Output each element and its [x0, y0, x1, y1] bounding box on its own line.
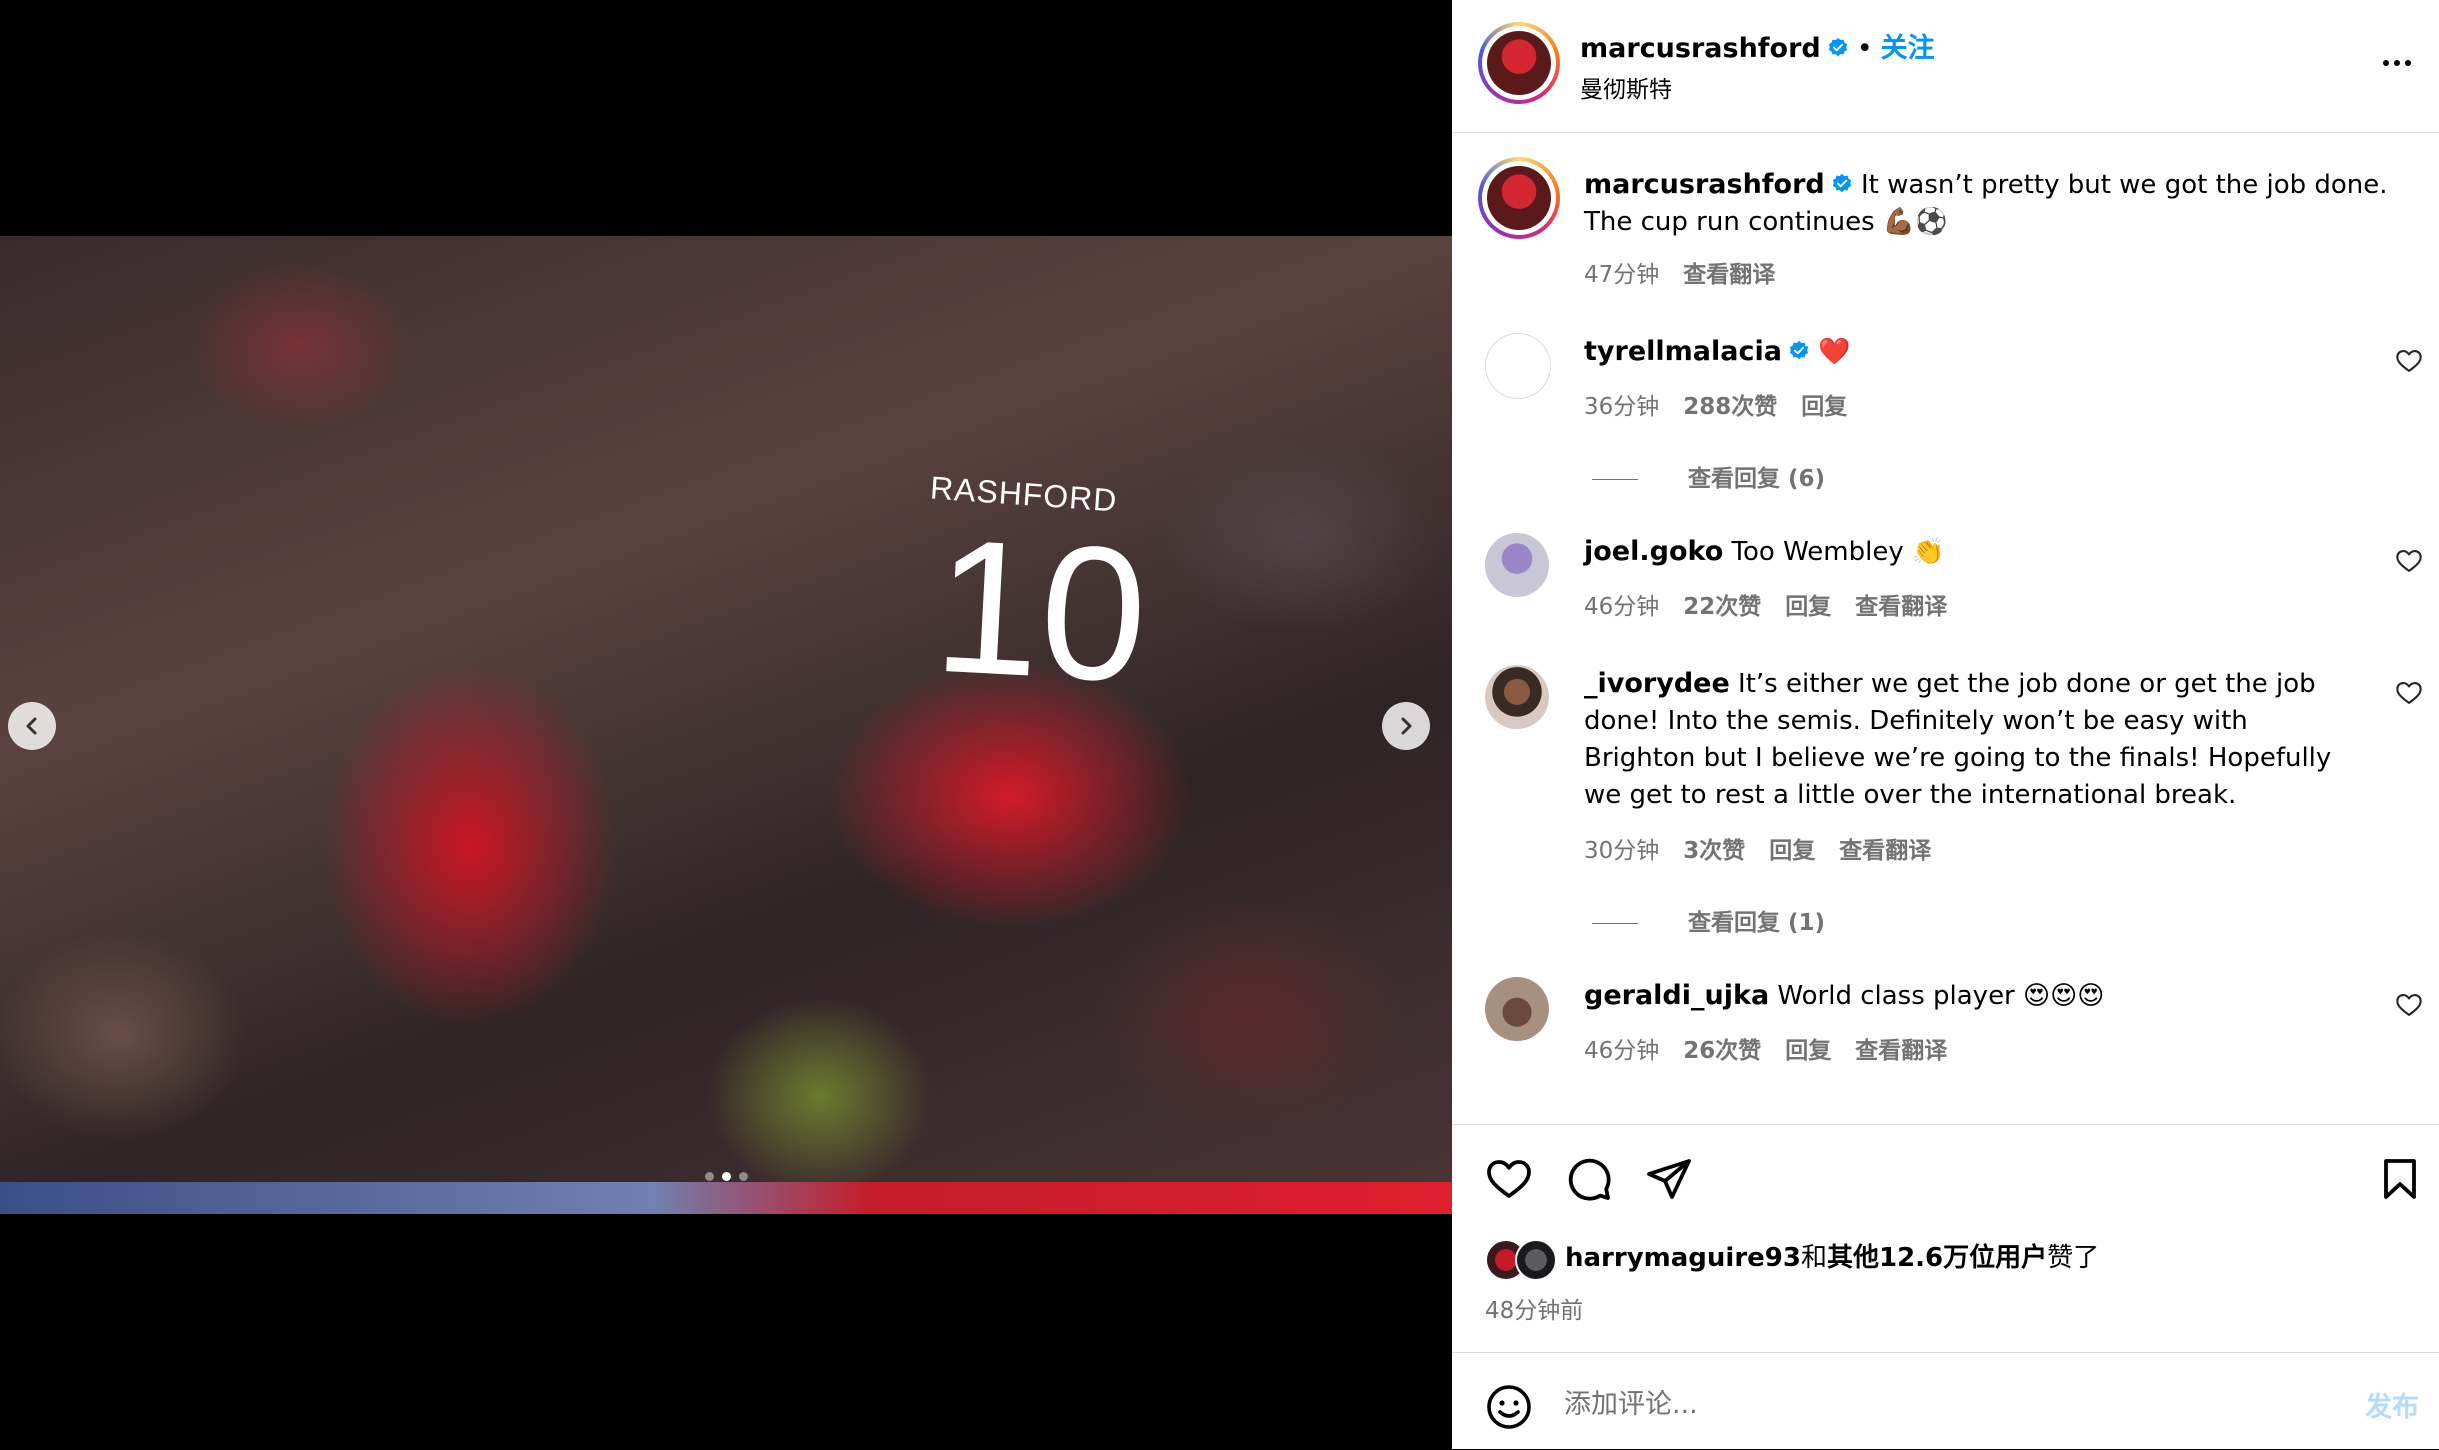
reply-button[interactable]: 回复 — [1801, 394, 1847, 420]
chevron-left-icon — [26, 717, 37, 735]
translate-link[interactable]: 查看翻译 — [1855, 594, 1947, 620]
view-replies-button[interactable]: 查看回复 (6) — [1592, 459, 1825, 493]
comment-meta: 30分钟 3次赞 回复 查看翻译 — [1584, 831, 1955, 865]
post-photo[interactable]: RASHFORD 10 — [0, 236, 1452, 1214]
reply-button[interactable]: 回复 — [1785, 1038, 1831, 1064]
comment-username[interactable]: joel.goko — [1584, 536, 1723, 567]
comment-item: tyrellmalacia ❤️ — [1584, 333, 2364, 371]
comment-time: 46分钟 — [1584, 594, 1660, 620]
caption-author-avatar[interactable] — [1478, 157, 1560, 239]
post-comment-button[interactable]: 发布 — [2365, 1385, 2419, 1424]
view-replies-button[interactable]: 查看回复 (1) — [1592, 903, 1825, 937]
share-send-icon[interactable] — [1645, 1155, 1693, 1203]
next-slide-button[interactable] — [1382, 702, 1430, 750]
likes-connector: 和 — [1800, 1243, 1827, 1273]
comment-text: World class player 😍😍😍 — [1769, 981, 2105, 1011]
emoji-icon[interactable] — [1485, 1383, 1533, 1431]
add-comment-bar: 发布 — [1452, 1352, 2439, 1450]
more-options-button[interactable] — [2377, 48, 2417, 78]
post-media: RASHFORD 10 — [0, 0, 1452, 1449]
comment-bubble-icon[interactable] — [1565, 1155, 1613, 1203]
comment-likes[interactable]: 26次赞 — [1683, 1038, 1761, 1064]
like-comment-heart-icon[interactable] — [2395, 347, 2423, 375]
post-caption: marcusrashford It wasn’t pretty but we g… — [1584, 166, 2414, 241]
caption-time: 47分钟 — [1584, 262, 1660, 288]
like-comment-heart-icon[interactable] — [2395, 991, 2423, 1019]
slide-dot — [721, 1172, 731, 1181]
comment-input[interactable] — [1562, 1379, 2246, 1429]
comment-likes[interactable]: 288次赞 — [1683, 394, 1777, 420]
comment-username[interactable]: _ivorydee — [1584, 668, 1730, 699]
caption-username[interactable]: marcusrashford — [1584, 169, 1825, 200]
comment-meta: 36分钟 288次赞 回复 — [1584, 387, 1871, 421]
liker-avatars[interactable] — [1485, 1238, 1557, 1281]
post-timestamp[interactable]: 48分钟前 — [1485, 1291, 1583, 1325]
comment-likes[interactable]: 22次赞 — [1683, 594, 1761, 620]
comment-item: geraldi_ujka World class player 😍😍😍 — [1584, 977, 2364, 1015]
reply-button[interactable]: 回复 — [1769, 838, 1815, 864]
comment-item: joel.goko Too Wembley 👏 — [1584, 533, 2364, 571]
reply-button[interactable]: 回复 — [1785, 594, 1831, 620]
comments-section[interactable]: marcusrashford It wasn’t pretty but we g… — [1452, 133, 2439, 1123]
comment-item: _ivorydee It’s either we get the job don… — [1584, 665, 2364, 814]
translate-link[interactable]: 查看翻译 — [1855, 1038, 1947, 1064]
comment-username[interactable]: tyrellmalacia — [1584, 336, 1782, 367]
author-avatar[interactable] — [1478, 22, 1560, 104]
chevron-right-icon — [1401, 717, 1412, 735]
liker-username[interactable]: harrymaguire93 — [1565, 1243, 1801, 1273]
verified-badge-icon — [1832, 173, 1851, 193]
previous-slide-button[interactable] — [8, 702, 56, 750]
comment-meta: 46分钟 26次赞 回复 查看翻译 — [1584, 1031, 1971, 1065]
post-actions: harrymaguire93和其他12.6万位用户赞了 48分钟前 — [1452, 1124, 2439, 1324]
likes-count-link[interactable]: 其他12.6万位用户 — [1827, 1243, 2047, 1273]
like-comment-heart-icon[interactable] — [2395, 679, 2423, 707]
comment-username[interactable]: geraldi_ujka — [1584, 980, 1769, 1011]
commenter-avatar[interactable] — [1485, 533, 1549, 597]
comment-text: ❤️ — [1809, 337, 1851, 367]
like-comment-heart-icon[interactable] — [2395, 547, 2423, 575]
comment-time: 30分钟 — [1584, 838, 1660, 864]
follow-button[interactable]: 关注 — [1881, 33, 1935, 64]
caption-meta: 47分钟 查看翻译 — [1584, 255, 1799, 289]
comment-likes[interactable]: 3次赞 — [1683, 838, 1745, 864]
advertising-board — [0, 1182, 1452, 1214]
header-separator: • — [1856, 33, 1873, 64]
comment-time: 46分钟 — [1584, 1038, 1660, 1064]
bookmark-icon[interactable] — [2376, 1155, 2424, 1203]
likes-suffix: 赞了 — [2047, 1243, 2100, 1273]
verified-badge-icon — [1789, 340, 1809, 360]
post-side-panel: marcusrashford • 关注 曼彻斯特 marcusrashford It… — [1452, 0, 2439, 1449]
commenter-avatar[interactable] — [1485, 333, 1551, 399]
comment-text: Too Wembley 👏 — [1723, 537, 1945, 567]
translate-link[interactable]: 查看翻译 — [1839, 838, 1931, 864]
more-dot-icon — [2383, 60, 2389, 66]
slide-dot — [704, 1172, 714, 1181]
author-username[interactable]: marcusrashford — [1580, 33, 1821, 64]
commenter-avatar[interactable] — [1485, 977, 1549, 1041]
caption-translate-link[interactable]: 查看翻译 — [1683, 262, 1775, 288]
slide-dot — [738, 1172, 748, 1181]
commenter-avatar[interactable] — [1485, 665, 1549, 729]
jersey-number: 10 — [929, 499, 1152, 723]
slide-indicator — [0, 1172, 1452, 1181]
comment-time: 36分钟 — [1584, 394, 1660, 420]
comment-meta: 46分钟 22次赞 回复 查看翻译 — [1584, 587, 1971, 621]
like-heart-icon[interactable] — [1485, 1155, 1533, 1203]
likes-summary: harrymaguire93和其他12.6万位用户赞了 — [1485, 1237, 2100, 1281]
verified-badge-icon — [1828, 37, 1847, 57]
post-location[interactable]: 曼彻斯特 — [1580, 70, 1672, 104]
post-header: marcusrashford • 关注 曼彻斯特 — [1452, 0, 2439, 133]
